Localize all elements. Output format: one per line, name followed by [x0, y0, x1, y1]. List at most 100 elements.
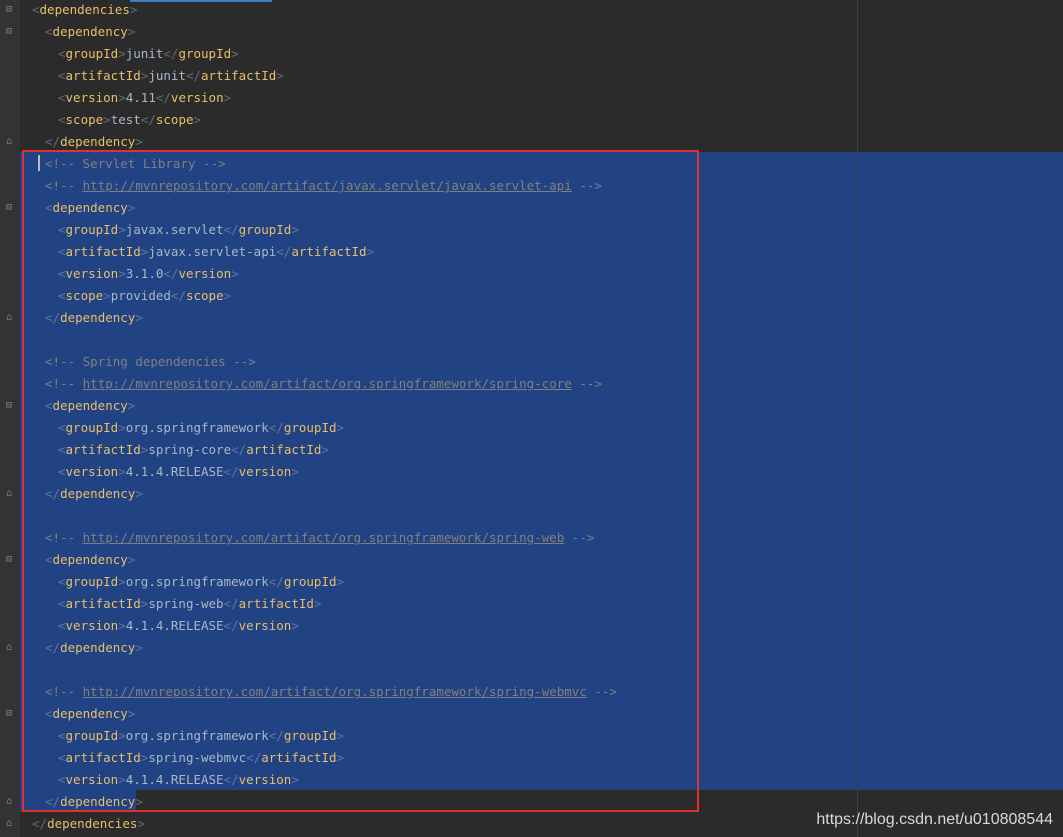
tag-bracket: >: [118, 772, 126, 787]
xml-tag-name: artifactId: [65, 68, 141, 83]
code-line[interactable]: </dependencies>: [32, 813, 145, 835]
code-line[interactable]: <!-- Spring dependencies -->: [45, 351, 256, 373]
code-line[interactable]: </dependency>: [45, 307, 143, 329]
comment-close: -->: [571, 178, 602, 193]
code-line[interactable]: <groupId>org.springframework</groupId>: [58, 725, 344, 747]
tag-bracket: >: [118, 90, 126, 105]
fold-toggle-icon[interactable]: ⊟: [4, 27, 14, 37]
tag-bracket: >: [193, 112, 202, 127]
fold-end-icon[interactable]: ⌂: [4, 819, 14, 829]
code-line[interactable]: <dependency>: [45, 703, 135, 725]
comment-link[interactable]: http://mvnrepository.com/artifact/javax.…: [83, 178, 572, 193]
code-line[interactable]: </dependency>: [45, 131, 143, 153]
code-line[interactable]: <dependency>: [45, 395, 135, 417]
code-line[interactable]: <version>3.1.0</version>: [58, 263, 239, 285]
code-line[interactable]: <version>4.1.4.RELEASE</version>: [58, 461, 299, 483]
code-line[interactable]: <artifactId>spring-core</artifactId>: [58, 439, 329, 461]
fold-end-icon[interactable]: ⌂: [4, 797, 14, 807]
xml-tag-name: version: [65, 266, 119, 281]
xml-text-value: javax.servlet-api: [148, 244, 277, 259]
xml-text-value: junit: [148, 68, 186, 83]
code-line[interactable]: <artifactId>spring-web</artifactId>: [58, 593, 321, 615]
tag-bracket: </: [223, 596, 239, 611]
code-line[interactable]: <groupId>org.springframework</groupId>: [58, 571, 344, 593]
xml-tag-name: dependency: [52, 706, 128, 721]
tag-bracket: >: [135, 310, 143, 325]
fold-toggle-icon[interactable]: ⊟: [4, 203, 14, 213]
tag-bracket: </: [45, 794, 61, 809]
tag-bracket: <: [45, 24, 53, 39]
fold-toggle-icon[interactable]: ⊟: [4, 555, 14, 565]
code-line[interactable]: <scope>test</scope>: [58, 109, 201, 131]
xml-text-value: spring-web: [148, 596, 224, 611]
tag-bracket: >: [321, 442, 329, 457]
code-line[interactable]: <artifactId>junit</artifactId>: [58, 65, 284, 87]
xml-tag-name: artifactId: [246, 442, 322, 457]
text-caret: [38, 155, 40, 171]
xml-tag-name: scope: [185, 288, 224, 303]
code-line[interactable]: <version>4.1.4.RELEASE</version>: [58, 615, 299, 637]
code-line[interactable]: <groupId>org.springframework</groupId>: [58, 417, 344, 439]
tag-bracket: <: [58, 244, 66, 259]
code-line[interactable]: <scope>provided</scope>: [58, 285, 231, 307]
code-line[interactable]: <!-- Servlet Library -->: [45, 153, 226, 175]
xml-tag-name: scope: [65, 112, 104, 127]
tag-bracket: >: [223, 90, 232, 105]
code-line[interactable]: <!-- http://mvnrepository.com/artifact/o…: [45, 373, 602, 395]
code-line[interactable]: </dependency>: [45, 483, 143, 505]
xml-text-value: spring-webmvc: [148, 750, 247, 765]
tag-bracket: </: [32, 816, 48, 831]
fold-end-icon[interactable]: ⌂: [4, 489, 14, 499]
xml-tag-name: dependency: [60, 794, 136, 809]
tag-bracket: <: [58, 222, 66, 237]
fold-end-icon[interactable]: ⌂: [4, 643, 14, 653]
code-line[interactable]: <!-- http://mvnrepository.com/artifact/j…: [45, 175, 602, 197]
code-line[interactable]: <dependencies>: [32, 0, 137, 21]
fold-toggle-icon[interactable]: ⊟: [4, 5, 14, 15]
fold-end-icon[interactable]: ⌂: [4, 137, 14, 147]
xml-tag-name: groupId: [65, 222, 119, 237]
code-line[interactable]: <artifactId>javax.servlet-api</artifactI…: [58, 241, 374, 263]
xml-text-value: 4.1.4.RELEASE: [125, 772, 224, 787]
code-line[interactable]: <!-- http://mvnrepository.com/artifact/o…: [45, 527, 594, 549]
tag-bracket: >: [140, 596, 149, 611]
fold-toggle-icon[interactable]: [4, 357, 14, 367]
tag-bracket: >: [336, 574, 345, 589]
tag-bracket: </: [45, 134, 61, 149]
comment-open: <!--: [45, 376, 83, 391]
tag-bracket: </: [231, 442, 247, 457]
code-line[interactable]: <version>4.11</version>: [58, 87, 231, 109]
comment-link[interactable]: http://mvnrepository.com/artifact/org.sp…: [83, 684, 587, 699]
comment-link[interactable]: http://mvnrepository.com/artifact/org.sp…: [83, 530, 565, 545]
xml-tag-name: version: [65, 464, 119, 479]
xml-tag-name: dependency: [60, 134, 136, 149]
fold-toggle-icon[interactable]: ⊟: [4, 709, 14, 719]
xml-tag-name: artifactId: [261, 750, 337, 765]
code-line[interactable]: <!-- http://mvnrepository.com/artifact/o…: [45, 681, 617, 703]
xml-tag-name: artifactId: [238, 596, 314, 611]
tag-bracket: <: [58, 596, 66, 611]
xml-tag-name: groupId: [65, 728, 119, 743]
code-line[interactable]: <groupId>javax.servlet</groupId>: [58, 219, 299, 241]
fold-toggle-icon[interactable]: ⊟: [4, 401, 14, 411]
code-line[interactable]: <dependency>: [45, 549, 135, 571]
code-editor[interactable]: ⊟ <dependencies> ⊟ <dependency> <groupId>jun…: [0, 0, 1063, 837]
comment-link[interactable]: http://mvnrepository.com/artifact/org.sp…: [83, 376, 572, 391]
tag-bracket: </: [185, 68, 202, 83]
xml-text-value: test: [110, 112, 141, 127]
code-line[interactable]: </dependency>: [45, 791, 143, 813]
code-line[interactable]: <groupId>junit</groupId>: [58, 43, 239, 65]
xml-tag-name: dependencies: [39, 2, 130, 17]
code-line[interactable]: </dependency>: [45, 637, 143, 659]
xml-tag-name: version: [65, 772, 119, 787]
xml-tag-name: version: [238, 464, 292, 479]
fold-end-icon[interactable]: ⌂: [4, 313, 14, 323]
xml-text-value: spring-core: [148, 442, 232, 457]
code-line[interactable]: <version>4.1.4.RELEASE</version>: [58, 769, 299, 791]
code-line[interactable]: <dependency>: [45, 197, 135, 219]
code-line[interactable]: <dependency>: [45, 21, 135, 43]
comment-close: -->: [225, 354, 256, 369]
fold-toggle-icon[interactable]: [4, 159, 14, 169]
code-line[interactable]: <artifactId>spring-webmvc</artifactId>: [58, 747, 344, 769]
xml-tag-name: artifactId: [65, 750, 141, 765]
